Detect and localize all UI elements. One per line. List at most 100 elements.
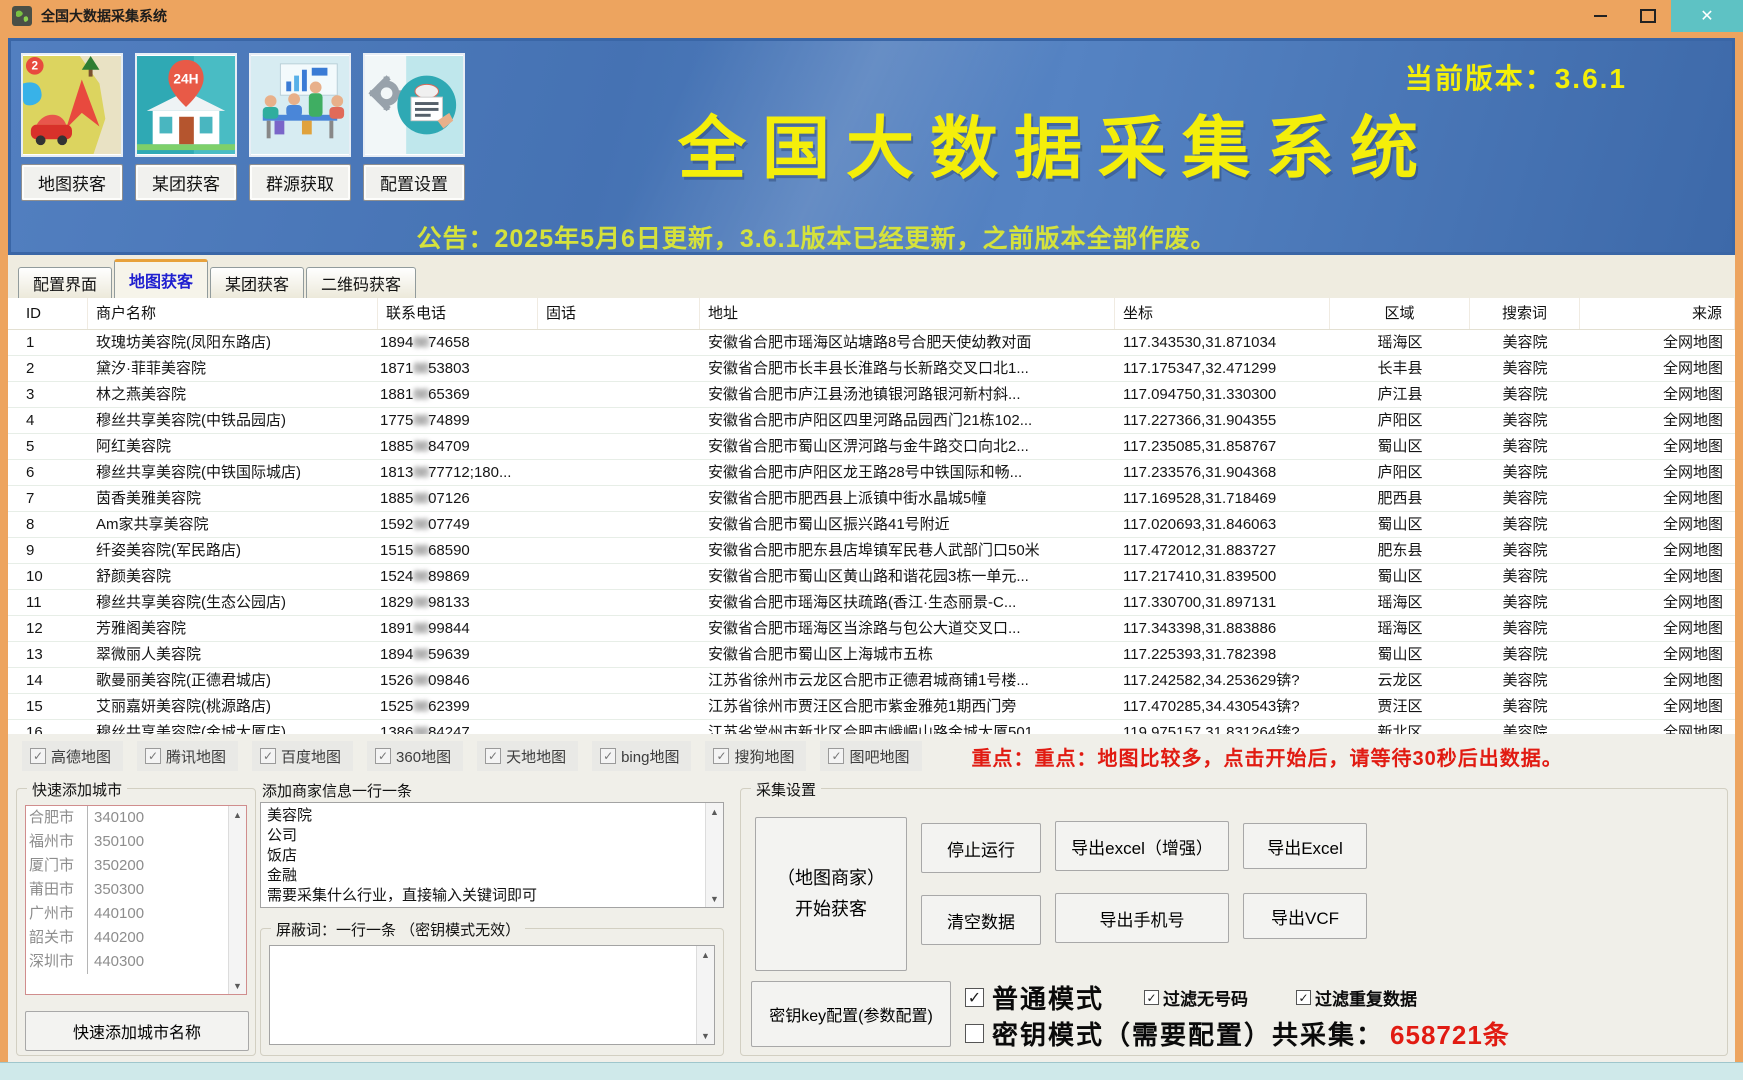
quick-city-group: 快速添加城市 合肥市340100福州市350100厦门市350200莆田市350…: [16, 788, 256, 1056]
app-icon: [12, 6, 32, 26]
cell-source: 全网地图: [1580, 460, 1735, 485]
toolbar-item-map[interactable]: 2 地图获客: [21, 53, 123, 201]
tab-config[interactable]: 配置界面: [18, 267, 112, 298]
cell-source: 全网地图: [1580, 434, 1735, 459]
tab-group-buy[interactable]: 某团获客: [210, 267, 304, 298]
map-source-checkbox-腾讯地图[interactable]: ✓腾讯地图: [137, 741, 238, 771]
table-row[interactable]: 3林之燕美容院18818865369安徽省合肥市庐江县汤池镇银河路银河新村斜..…: [8, 382, 1735, 408]
close-button[interactable]: ✕: [1671, 0, 1743, 32]
map-source-checkbox-360地图[interactable]: ✓360地图: [367, 741, 463, 771]
add-city-button[interactable]: 快速添加城市名称: [25, 1011, 249, 1051]
scroll-down-icon[interactable]: ▼: [229, 977, 246, 994]
city-list-scrollbar[interactable]: ▲ ▼: [228, 806, 246, 994]
table-row[interactable]: 5阿红美容院18858884709安徽省合肥市蜀山区淠河路与金牛路交口向北2..…: [8, 434, 1735, 460]
blocked-words-textarea[interactable]: ▲ ▼: [269, 945, 715, 1045]
scroll-up-icon[interactable]: ▲: [706, 803, 723, 820]
column-header-landline[interactable]: 固话: [538, 298, 700, 329]
map-source-checkbox-百度地图[interactable]: ✓百度地图: [252, 741, 353, 771]
cell-landline: [538, 538, 700, 563]
table-row[interactable]: 16穆丝共享美容院(金城大厦店)13868884247江苏省常州市新北区合肥市峨…: [8, 720, 1735, 734]
toolbar-item-shop[interactable]: 24H 某团获客: [135, 53, 237, 201]
cell-region: 肥东县: [1330, 538, 1470, 563]
config-settings-button[interactable]: 配置设置: [363, 164, 465, 201]
table-row[interactable]: 9纤姿美容院(军民路店)15158868590安徽省合肥市肥东县店埠镇军民巷人武…: [8, 538, 1735, 564]
column-header-address[interactable]: 地址: [700, 298, 1115, 329]
cell-source: 全网地图: [1580, 486, 1735, 511]
filter-no-number-checkbox[interactable]: [1144, 990, 1159, 1005]
city-list-item[interactable]: 福州市350100: [26, 830, 246, 854]
city-list-item[interactable]: 厦门市350200: [26, 854, 246, 878]
table-row[interactable]: 8Am家共享美容院15928807749安徽省合肥市蜀山区振兴路41号附近117…: [8, 512, 1735, 538]
map-source-checkbox-搜狗地图[interactable]: ✓搜狗地图: [705, 741, 806, 771]
team-icon[interactable]: [249, 53, 351, 157]
start-button-line2: 开始获客: [777, 894, 885, 925]
column-header-id[interactable]: ID: [8, 298, 88, 329]
business-keywords-textarea[interactable]: 美容院公司饭店金融需要采集什么行业，直接输入关键词即可 ▲ ▼: [260, 802, 724, 908]
city-list-item[interactable]: 韶关市440200: [26, 926, 246, 950]
table-row[interactable]: 7茵香美雅美容院18858807126安徽省合肥市肥西县上派镇中街水晶城5幢11…: [8, 486, 1735, 512]
cell-landline: [538, 642, 700, 667]
table-row[interactable]: 6穆丝共享美容院(中铁国际城店)18138877712;180...安徽省合肥市…: [8, 460, 1735, 486]
minimize-button[interactable]: [1577, 0, 1624, 32]
scroll-up-icon[interactable]: ▲: [229, 806, 246, 823]
map-source-label: bing地图: [621, 746, 679, 767]
table-row[interactable]: 15艾丽嘉妍美容院(桃源路店)15258862399江苏省徐州市贾汪区合肥市紫金…: [8, 694, 1735, 720]
scroll-up-icon[interactable]: ▲: [697, 946, 714, 963]
map-icon[interactable]: 2: [21, 53, 123, 157]
column-header-region[interactable]: 区域: [1330, 298, 1470, 329]
column-header-source[interactable]: 来源: [1580, 298, 1735, 329]
city-list-item[interactable]: 莆田市350300: [26, 878, 246, 902]
table-row[interactable]: 13翠微丽人美容院18948859639安徽省合肥市蜀山区上海城市五栋117.2…: [8, 642, 1735, 668]
map-source-checkbox-天地地图[interactable]: ✓天地地图: [477, 741, 578, 771]
column-header-keyword[interactable]: 搜索词: [1470, 298, 1580, 329]
cell-source: 全网地图: [1580, 694, 1735, 719]
column-header-name[interactable]: 商户名称: [88, 298, 378, 329]
toolbar-item-team[interactable]: 群源获取: [249, 53, 351, 201]
export-vcf-button[interactable]: 导出VCF: [1243, 893, 1367, 939]
normal-mode-checkbox[interactable]: [965, 988, 984, 1007]
scroll-down-icon[interactable]: ▼: [706, 890, 723, 907]
settings-icon[interactable]: [363, 53, 465, 157]
clear-data-button[interactable]: 清空数据: [921, 895, 1041, 945]
cell-address: 安徽省合肥市庐阳区四里河路品园西门21栋102...: [700, 408, 1115, 433]
maximize-button[interactable]: [1624, 0, 1671, 32]
export-phone-button[interactable]: 导出手机号: [1055, 893, 1229, 943]
keyed-mode-checkbox[interactable]: [965, 1024, 984, 1043]
keywords-scrollbar[interactable]: ▲ ▼: [705, 803, 723, 907]
tab-qrcode[interactable]: 二维码获客: [306, 267, 416, 298]
map-acquire-button[interactable]: 地图获客: [21, 164, 123, 201]
group-source-button[interactable]: 群源获取: [249, 164, 351, 201]
table-row[interactable]: 11穆丝共享美容院(生态公园店)18298898133安徽省合肥市瑶海区扶疏路(…: [8, 590, 1735, 616]
table-row[interactable]: 1玫瑰坊美容院(凤阳东路店)18948874658安徽省合肥市瑶海区站塘路8号合…: [8, 330, 1735, 356]
group-buy-button[interactable]: 某团获客: [135, 164, 237, 201]
shop-24h-icon[interactable]: 24H: [135, 53, 237, 157]
table-row[interactable]: 2黛汐·菲菲美容院18718853803安徽省合肥市长丰县长淮路与长新路交叉口北…: [8, 356, 1735, 382]
scroll-down-icon[interactable]: ▼: [697, 1027, 714, 1044]
export-excel-enhanced-button[interactable]: 导出excel（增强）: [1055, 821, 1229, 871]
table-row[interactable]: 4穆丝共享美容院(中铁品园店)17758874899安徽省合肥市庐阳区四里河路品…: [8, 408, 1735, 434]
key-config-button[interactable]: 密钥key配置(参数配置): [751, 981, 951, 1047]
cell-keyword: 美容院: [1470, 590, 1580, 615]
map-source-checkbox-高德地图[interactable]: ✓高德地图: [22, 741, 123, 771]
phone-obscured-digits: 88: [413, 464, 428, 481]
cell-coords: 117.343398,31.883886: [1115, 616, 1330, 641]
map-source-checkbox-图吧地图[interactable]: ✓图吧地图: [820, 741, 921, 771]
cell-address: 安徽省合肥市瑶海区扶疏路(香江·生态丽景-C...: [700, 590, 1115, 615]
city-list-item[interactable]: 广州市440100: [26, 902, 246, 926]
city-list-item[interactable]: 合肥市340100: [26, 806, 246, 830]
export-excel-button[interactable]: 导出Excel: [1243, 823, 1367, 869]
toolbar-item-settings[interactable]: 配置设置: [363, 53, 465, 201]
map-source-checkbox-bing地图[interactable]: ✓bing地图: [592, 741, 691, 771]
column-header-coords[interactable]: 坐标: [1115, 298, 1330, 329]
table-row[interactable]: 10舒颜美容院15248889869安徽省合肥市蜀山区黄山路和谐花园3栋一单元.…: [8, 564, 1735, 590]
table-row[interactable]: 14歌曼丽美容院(正德君城店)15268809846江苏省徐州市云龙区合肥市正德…: [8, 668, 1735, 694]
tab-map-acquire[interactable]: 地图获客: [114, 259, 208, 298]
filter-duplicate-checkbox[interactable]: [1296, 990, 1311, 1005]
start-collect-button[interactable]: （地图商家） 开始获客: [755, 817, 907, 971]
city-list-item[interactable]: 深圳市440300: [26, 950, 246, 974]
city-listbox[interactable]: 合肥市340100福州市350100厦门市350200莆田市350300广州市4…: [25, 805, 247, 995]
column-header-phone[interactable]: 联系电话: [378, 298, 538, 329]
blocked-scrollbar[interactable]: ▲ ▼: [696, 946, 714, 1044]
stop-button[interactable]: 停止运行: [921, 823, 1041, 873]
table-row[interactable]: 12芳雅阁美容院18918899844安徽省合肥市瑶海区当涂路与包公大道交叉口.…: [8, 616, 1735, 642]
